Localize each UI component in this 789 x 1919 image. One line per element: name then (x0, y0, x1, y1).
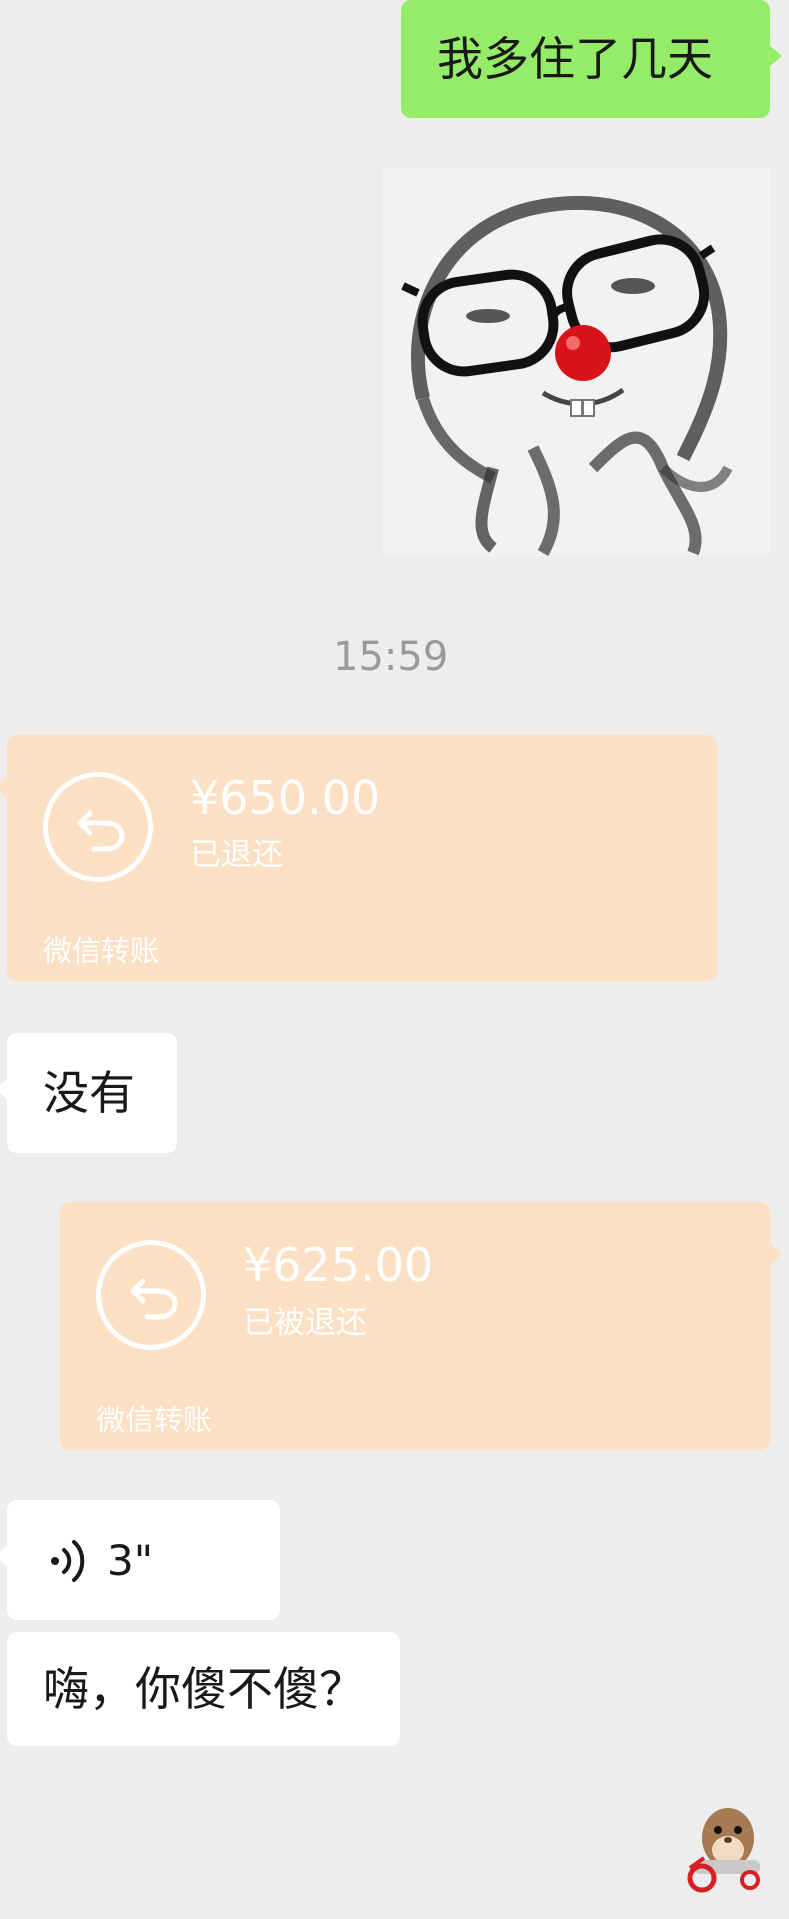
transfer-brand-label: 微信转账 (43, 934, 160, 968)
transfer-amount: ¥650.00 (190, 771, 381, 825)
return-arrow-icon (96, 1240, 206, 1350)
transfer-status: 已退还 (190, 837, 283, 873)
message-text: 嗨，你傻不傻？ (43, 1662, 365, 1716)
incoming-transfer-card[interactable]: ¥650.00 已退还 微信转账 (0, 735, 717, 981)
voice-message-bubble[interactable]: 3" (0, 1500, 280, 1620)
transfer-amount: ¥625.00 (243, 1238, 434, 1292)
voice-wave-icon (47, 1538, 91, 1588)
sticker-image[interactable] (383, 168, 770, 556)
voice-duration: 3" (107, 1536, 154, 1585)
incoming-message-bubble[interactable]: 嗨，你傻不傻？ (7, 1632, 400, 1746)
hamster-sticker[interactable] (680, 1798, 770, 1893)
outgoing-message-bubble[interactable]: 我多住了几天 (401, 0, 782, 118)
outgoing-transfer-card[interactable]: ¥625.00 已被退还 微信转账 (60, 1202, 782, 1450)
return-arrow-icon (43, 772, 153, 882)
meme-face-illustration (383, 168, 770, 556)
transfer-status: 已被退还 (243, 1305, 367, 1341)
timestamp: 15:59 (333, 634, 449, 680)
message-text: 没有 (43, 1066, 135, 1120)
message-text: 我多住了几天 (437, 32, 713, 86)
hamster-illustration (687, 1808, 760, 1893)
transfer-brand-label: 微信转账 (96, 1403, 213, 1437)
incoming-message-bubble[interactable]: 没有 (0, 1033, 177, 1153)
